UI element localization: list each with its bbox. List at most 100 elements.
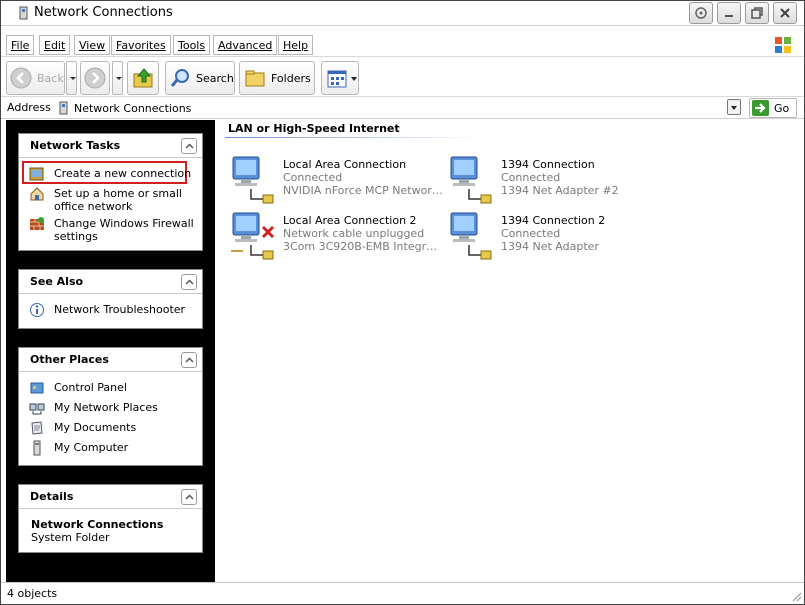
close-button[interactable] (773, 2, 797, 24)
menu-view[interactable]: View (74, 35, 111, 55)
link-label: Control Panel (54, 381, 127, 394)
address-bar: Address Network Connections Go (1, 97, 804, 119)
back-label: Back (37, 72, 64, 85)
connection-name: 1394 Connection 2 (501, 214, 606, 227)
address-input[interactable]: Network Connections (53, 98, 743, 118)
content-pane: LAN or High-Speed Internet Local Area Co… (215, 120, 804, 582)
views-button[interactable] (321, 61, 359, 95)
toolbar: Back Search Folders (1, 59, 804, 97)
menu-edit[interactable]: Edit (39, 35, 71, 55)
address-dropdown[interactable] (727, 99, 741, 115)
connection-status: Connected (283, 171, 343, 184)
details-title: Details (30, 490, 74, 503)
maximize-button[interactable] (745, 2, 769, 24)
address-value: Network Connections (74, 102, 192, 115)
see-also-title: See Also (30, 275, 84, 288)
up-button[interactable] (127, 61, 159, 95)
go-arrow-icon (752, 100, 769, 116)
address-label: Address (7, 101, 51, 114)
connection-status: Connected (501, 227, 561, 240)
lan-connection-icon (232, 156, 274, 204)
help-button[interactable] (689, 2, 713, 24)
connection-status: Connected (501, 171, 561, 184)
menu-file[interactable]: File (6, 35, 35, 55)
chevron-up-icon (185, 494, 194, 500)
task-label: Set up a home or small office network (54, 187, 182, 213)
chevron-up-icon (185, 143, 194, 149)
other-places-title: Other Places (30, 353, 109, 366)
connection-item[interactable]: Local Area Connection Connected NVIDIA n… (229, 155, 444, 207)
back-button[interactable]: Back (6, 61, 65, 95)
group-divider (225, 137, 481, 138)
connection-name: 1394 Connection (501, 158, 595, 171)
chevron-up-icon (185, 357, 194, 363)
details-header[interactable]: Details (19, 485, 202, 509)
folders-button[interactable]: Folders (239, 61, 315, 95)
connection-name: Local Area Connection 2 (283, 214, 417, 227)
task-label: Change Windows Firewall settings (54, 217, 194, 243)
see-also-header[interactable]: See Also (19, 270, 202, 294)
connection-item[interactable]: 1394 Connection 2 Connected 1394 Net Ada… (447, 211, 662, 263)
go-label: Go (774, 102, 790, 115)
network-tasks-title: Network Tasks (30, 139, 121, 152)
windows-logo-icon (775, 37, 791, 53)
folder-up-icon (133, 68, 153, 88)
firewall-icon (30, 217, 44, 230)
menu-advanced[interactable]: Advanced (213, 35, 278, 55)
network-tasks-panel: Network Tasks Create a new connection Se… (18, 133, 203, 251)
forward-dropdown[interactable] (112, 61, 123, 95)
views-icon (327, 70, 347, 88)
connection-device: NVIDIA nForce MCP Networking Adapter (283, 184, 443, 197)
home-network-icon (30, 187, 44, 201)
restore-icon (751, 7, 763, 19)
forward-button[interactable] (80, 61, 110, 95)
my-computer-icon (33, 440, 41, 456)
status-text: 4 objects (7, 587, 58, 600)
resize-grip-icon[interactable] (790, 590, 802, 602)
search-label: Search (196, 72, 234, 85)
collapse-button[interactable] (181, 138, 197, 154)
target-icon (695, 7, 707, 19)
connection-item[interactable]: Local Area Connection 2 Network cable un… (229, 211, 444, 263)
control-panel-icon (30, 382, 44, 394)
lan-unplugged-icon (231, 212, 275, 260)
back-dropdown[interactable] (66, 61, 77, 95)
lan-connection-icon (450, 212, 492, 260)
connection-item[interactable]: 1394 Connection Connected 1394 Net Adapt… (447, 155, 662, 207)
status-bar: 4 objects (1, 582, 804, 604)
task-pane: Network Tasks Create a new connection Se… (6, 120, 215, 582)
search-button[interactable]: Search (165, 61, 235, 95)
minimize-icon (725, 15, 733, 17)
connection-device: 3Com 3C920B-EMB Integrated Fast Ethernet (283, 240, 443, 253)
see-also-panel: See Also Network Troubleshooter (18, 269, 203, 329)
folders-label: Folders (271, 72, 311, 85)
network-tasks-header[interactable]: Network Tasks (19, 134, 202, 158)
folders-icon (245, 70, 265, 87)
minimize-button[interactable] (717, 2, 741, 24)
chevron-down-icon (351, 77, 357, 81)
close-icon (780, 8, 790, 18)
other-places-header[interactable]: Other Places (19, 348, 202, 372)
details-panel: Details Network Connections System Folde… (18, 484, 203, 553)
menu-bar: File Edit View Favorites Tools Advanced … (1, 33, 804, 57)
title-bar[interactable]: Network Connections (1, 1, 804, 26)
menu-help[interactable]: Help (278, 35, 314, 55)
network-connections-icon (59, 101, 68, 115)
explorer-window: Network Connections File Edit View Favor… (0, 0, 805, 605)
details-name: Network Connections (31, 518, 164, 531)
menu-favorites[interactable]: Favorites (111, 35, 171, 55)
collapse-button[interactable] (181, 274, 197, 290)
new-connection-icon (29, 167, 44, 181)
details-type: System Folder (31, 531, 110, 544)
my-documents-icon (31, 421, 43, 435)
link-label: Network Troubleshooter (54, 303, 186, 316)
search-icon (170, 69, 189, 87)
connection-name: Local Area Connection (283, 158, 407, 171)
menu-tools[interactable]: Tools (173, 35, 211, 55)
collapse-button[interactable] (181, 489, 197, 505)
go-button[interactable]: Go (749, 98, 797, 118)
task-label: Create a new connection (54, 167, 192, 180)
connection-device: 1394 Net Adapter #2 (501, 184, 619, 197)
link-label: My Computer (54, 441, 129, 454)
collapse-button[interactable] (181, 352, 197, 368)
